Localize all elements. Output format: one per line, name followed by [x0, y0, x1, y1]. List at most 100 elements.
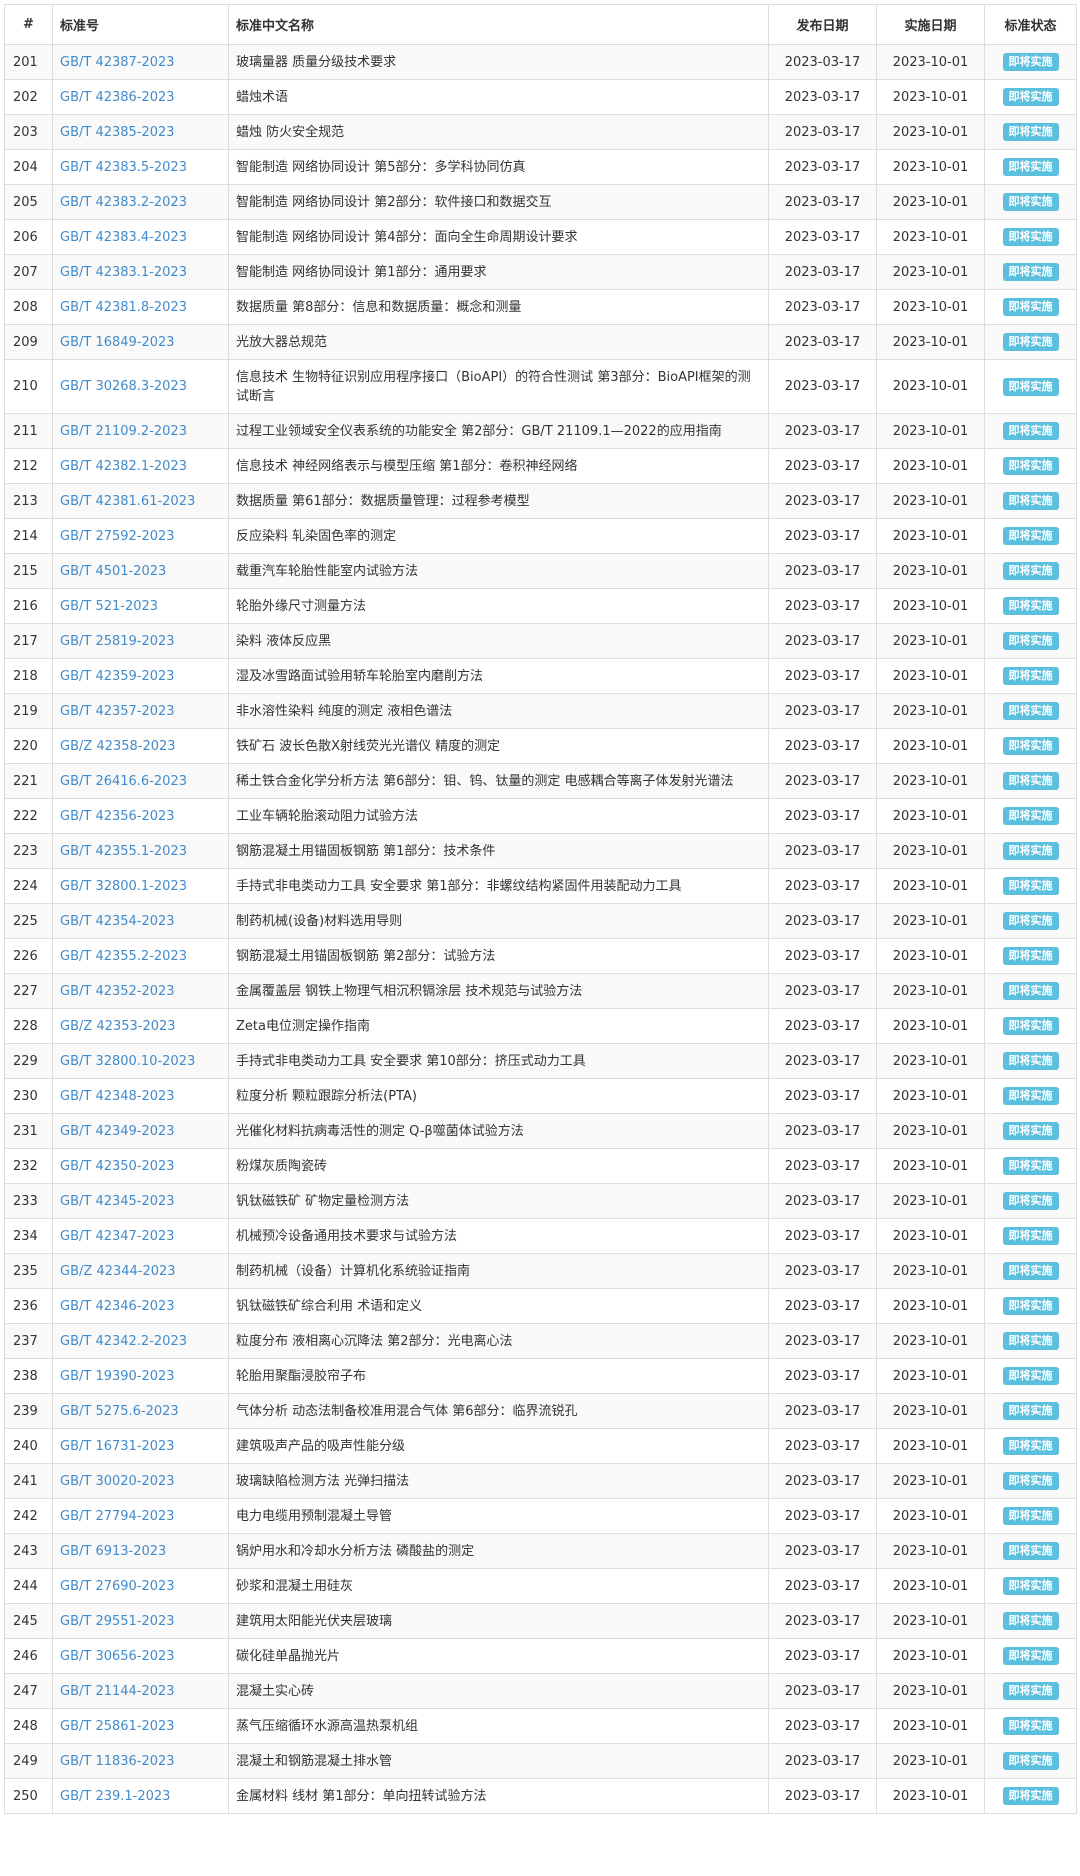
table-row[interactable]: 219 GB/T 42357-2023 非水溶性染料 纯度的测定 液相色谱法 2023… — [4, 693, 1077, 729]
standard-code-link[interactable]: GB/T 42381.61-2023 — [52, 483, 229, 519]
standard-name[interactable]: 电力电缆用预制混凝土导管 — [228, 1498, 769, 1534]
table-row[interactable]: 215 GB/T 4501-2023 载重汽车轮胎性能室内试验方法 2023-03-1… — [4, 553, 1077, 589]
standard-name[interactable]: 信息技术 神经网络表示与模型压缩 第1部分：卷积神经网络 — [228, 448, 769, 484]
standard-name[interactable]: 数据质量 第61部分：数据质量管理：过程参考模型 — [228, 483, 769, 519]
standard-name[interactable]: 机械预冷设备通用技术要求与试验方法 — [228, 1218, 769, 1254]
standard-name[interactable]: 染料 液体反应黑 — [228, 623, 769, 659]
standard-code-link[interactable]: GB/T 19390-2023 — [52, 1358, 229, 1394]
standard-code-link[interactable]: GB/T 42381.8-2023 — [52, 289, 229, 325]
standard-code-link[interactable]: GB/T 26416.6-2023 — [52, 763, 229, 799]
table-row[interactable]: 237 GB/T 42342.2-2023 粒度分布 液相离心沉降法 第2部分：光电… — [4, 1323, 1077, 1359]
standard-code-link[interactable]: GB/T 42345-2023 — [52, 1183, 229, 1219]
standard-name[interactable]: 信息技术 生物特征识别应用程序接口（BioAPI）的符合性测试 第3部分：Bio… — [228, 359, 769, 414]
standard-name[interactable]: 手持式非电类动力工具 安全要求 第10部分：挤压式动力工具 — [228, 1043, 769, 1079]
standard-code-link[interactable]: GB/T 42386-2023 — [52, 79, 229, 115]
table-row[interactable]: 217 GB/T 25819-2023 染料 液体反应黑 2023-03-17 2023… — [4, 623, 1077, 659]
table-row[interactable]: 202 GB/T 42386-2023 蜡烛术语 2023-03-17 2023-10-… — [4, 79, 1077, 115]
standard-code-link[interactable]: GB/T 42387-2023 — [52, 44, 229, 80]
table-row[interactable]: 212 GB/T 42382.1-2023 信息技术 神经网络表示与模型压缩 第1部… — [4, 448, 1077, 484]
standard-code-link[interactable]: GB/T 239.1-2023 — [52, 1778, 229, 1814]
standard-code-link[interactable]: GB/T 42347-2023 — [52, 1218, 229, 1254]
table-row[interactable]: 243 GB/T 6913-2023 锅炉用水和冷却水分析方法 磷酸盐的测定 2023… — [4, 1533, 1077, 1569]
table-row[interactable]: 226 GB/T 42355.2-2023 钢筋混凝土用锚固板钢筋 第2部分：试验方… — [4, 938, 1077, 974]
table-row[interactable]: 240 GB/T 16731-2023 建筑吸声产品的吸声性能分级 2023-03-1… — [4, 1428, 1077, 1464]
table-row[interactable]: 230 GB/T 42348-2023 粒度分析 颗粒跟踪分析法(PTA) 2023-… — [4, 1078, 1077, 1114]
standard-name[interactable]: 手持式非电类动力工具 安全要求 第1部分：非螺纹结构紧固件用装配动力工具 — [228, 868, 769, 904]
standard-name[interactable]: Zeta电位测定操作指南 — [228, 1008, 769, 1044]
standard-code-link[interactable]: GB/T 42348-2023 — [52, 1078, 229, 1114]
standard-name[interactable]: 轮胎用聚酯浸胶帘子布 — [228, 1358, 769, 1394]
standard-name[interactable]: 数据质量 第8部分：信息和数据质量：概念和测量 — [228, 289, 769, 325]
standard-name[interactable]: 蒸气压缩循环水源高温热泵机组 — [228, 1708, 769, 1744]
standard-name[interactable]: 载重汽车轮胎性能室内试验方法 — [228, 553, 769, 589]
table-row[interactable]: 235 GB/Z 42344-2023 制药机械（设备）计算机化系统验证指南 2023… — [4, 1253, 1077, 1289]
standard-name[interactable]: 光放大器总规范 — [228, 324, 769, 360]
standard-name[interactable]: 蜡烛术语 — [228, 79, 769, 115]
table-row[interactable]: 223 GB/T 42355.1-2023 钢筋混凝土用锚固板钢筋 第1部分：技术条… — [4, 833, 1077, 869]
table-row[interactable]: 224 GB/T 32800.1-2023 手持式非电类动力工具 安全要求 第1部分… — [4, 868, 1077, 904]
table-row[interactable]: 206 GB/T 42383.4-2023 智能制造 网络协同设计 第4部分：面向全… — [4, 219, 1077, 255]
standard-code-link[interactable]: GB/T 42354-2023 — [52, 903, 229, 939]
standard-name[interactable]: 粒度分析 颗粒跟踪分析法(PTA) — [228, 1078, 769, 1114]
table-row[interactable]: 210 GB/T 30268.3-2023 信息技术 生物特征识别应用程序接口（Bi… — [4, 359, 1077, 414]
standard-code-link[interactable]: GB/T 11836-2023 — [52, 1743, 229, 1779]
table-row[interactable]: 208 GB/T 42381.8-2023 数据质量 第8部分：信息和数据质量：概念… — [4, 289, 1077, 325]
standard-name[interactable]: 智能制造 网络协同设计 第2部分：软件接口和数据交互 — [228, 184, 769, 220]
standard-code-link[interactable]: GB/T 42349-2023 — [52, 1113, 229, 1149]
standard-code-link[interactable]: GB/T 521-2023 — [52, 588, 229, 624]
standard-name[interactable]: 工业车辆轮胎滚动阻力试验方法 — [228, 798, 769, 834]
standard-code-link[interactable]: GB/T 30020-2023 — [52, 1463, 229, 1499]
table-row[interactable]: 231 GB/T 42349-2023 光催化材料抗病毒活性的测定 Q-β噬菌体试验… — [4, 1113, 1077, 1149]
table-row[interactable]: 201 GB/T 42387-2023 玻璃量器 质量分级技术要求 2023-03-1… — [4, 44, 1077, 80]
table-row[interactable]: 207 GB/T 42383.1-2023 智能制造 网络协同设计 第1部分：通用要… — [4, 254, 1077, 290]
table-row[interactable]: 213 GB/T 42381.61-2023 数据质量 第61部分：数据质量管理：过… — [4, 483, 1077, 519]
standard-name[interactable]: 碳化硅单晶抛光片 — [228, 1638, 769, 1674]
table-row[interactable]: 245 GB/T 29551-2023 建筑用太阳能光伏夹层玻璃 2023-03-17… — [4, 1603, 1077, 1639]
standard-name[interactable]: 智能制造 网络协同设计 第4部分：面向全生命周期设计要求 — [228, 219, 769, 255]
table-row[interactable]: 238 GB/T 19390-2023 轮胎用聚酯浸胶帘子布 2023-03-17 20… — [4, 1358, 1077, 1394]
standard-code-link[interactable]: GB/T 32800.1-2023 — [52, 868, 229, 904]
table-row[interactable]: 209 GB/T 16849-2023 光放大器总规范 2023-03-17 2023-… — [4, 324, 1077, 360]
standard-code-link[interactable]: GB/T 42382.1-2023 — [52, 448, 229, 484]
standard-name[interactable]: 钢筋混凝土用锚固板钢筋 第2部分：试验方法 — [228, 938, 769, 974]
table-row[interactable]: 246 GB/T 30656-2023 碳化硅单晶抛光片 2023-03-17 2023… — [4, 1638, 1077, 1674]
table-row[interactable]: 227 GB/T 42352-2023 金属覆盖层 钢铁上物理气相沉积镉涂层 技术规… — [4, 973, 1077, 1009]
standard-code-link[interactable]: GB/T 5275.6-2023 — [52, 1393, 229, 1429]
standard-code-link[interactable]: GB/Z 42344-2023 — [52, 1253, 229, 1289]
standard-name[interactable]: 制药机械(设备)材料选用导则 — [228, 903, 769, 939]
standard-code-link[interactable]: GB/T 42359-2023 — [52, 658, 229, 694]
standard-code-link[interactable]: GB/T 42383.2-2023 — [52, 184, 229, 220]
standard-code-link[interactable]: GB/Z 42353-2023 — [52, 1008, 229, 1044]
standard-name[interactable]: 玻璃量器 质量分级技术要求 — [228, 44, 769, 80]
standard-code-link[interactable]: GB/T 27690-2023 — [52, 1568, 229, 1604]
standard-code-link[interactable]: GB/T 42350-2023 — [52, 1148, 229, 1184]
standard-name[interactable]: 粒度分布 液相离心沉降法 第2部分：光电离心法 — [228, 1323, 769, 1359]
standard-name[interactable]: 粉煤灰质陶瓷砖 — [228, 1148, 769, 1184]
standard-code-link[interactable]: GB/T 32800.10-2023 — [52, 1043, 229, 1079]
table-row[interactable]: 216 GB/T 521-2023 轮胎外缘尺寸测量方法 2023-03-17 2023… — [4, 588, 1077, 624]
standard-code-link[interactable]: GB/T 4501-2023 — [52, 553, 229, 589]
standard-code-link[interactable]: GB/T 29551-2023 — [52, 1603, 229, 1639]
standard-name[interactable]: 钒钛磁铁矿综合利用 术语和定义 — [228, 1288, 769, 1324]
standard-name[interactable]: 智能制造 网络协同设计 第5部分：多学科协同仿真 — [228, 149, 769, 185]
standard-code-link[interactable]: GB/Z 42358-2023 — [52, 728, 229, 764]
standard-name[interactable]: 金属覆盖层 钢铁上物理气相沉积镉涂层 技术规范与试验方法 — [228, 973, 769, 1009]
table-row[interactable]: 222 GB/T 42356-2023 工业车辆轮胎滚动阻力试验方法 2023-03-… — [4, 798, 1077, 834]
table-row[interactable]: 225 GB/T 42354-2023 制药机械(设备)材料选用导则 2023-03-… — [4, 903, 1077, 939]
standard-name[interactable]: 稀土铁合金化学分析方法 第6部分：钼、钨、钛量的测定 电感耦合等离子体发射光谱法 — [228, 763, 769, 799]
standard-name[interactable]: 钢筋混凝土用锚固板钢筋 第1部分：技术条件 — [228, 833, 769, 869]
standard-code-link[interactable]: GB/T 42355.2-2023 — [52, 938, 229, 974]
table-row[interactable]: 242 GB/T 27794-2023 电力电缆用预制混凝土导管 2023-03-17… — [4, 1498, 1077, 1534]
standard-name[interactable]: 非水溶性染料 纯度的测定 液相色谱法 — [228, 693, 769, 729]
standard-code-link[interactable]: GB/T 16731-2023 — [52, 1428, 229, 1464]
standard-name[interactable]: 气体分析 动态法制备校准用混合气体 第6部分：临界流锐孔 — [228, 1393, 769, 1429]
standard-name[interactable]: 反应染料 轧染固色率的测定 — [228, 518, 769, 554]
standard-code-link[interactable]: GB/T 25819-2023 — [52, 623, 229, 659]
standard-name[interactable]: 光催化材料抗病毒活性的测定 Q-β噬菌体试验方法 — [228, 1113, 769, 1149]
standard-code-link[interactable]: GB/T 30268.3-2023 — [52, 359, 229, 414]
standard-code-link[interactable]: GB/T 42383.1-2023 — [52, 254, 229, 290]
table-row[interactable]: 241 GB/T 30020-2023 玻璃缺陷检测方法 光弹扫描法 2023-03-… — [4, 1463, 1077, 1499]
table-row[interactable]: 250 GB/T 239.1-2023 金属材料 线材 第1部分：单向扭转试验方法 2… — [4, 1778, 1077, 1814]
standard-name[interactable]: 金属材料 线材 第1部分：单向扭转试验方法 — [228, 1778, 769, 1814]
table-row[interactable]: 204 GB/T 42383.5-2023 智能制造 网络协同设计 第5部分：多学科… — [4, 149, 1077, 185]
